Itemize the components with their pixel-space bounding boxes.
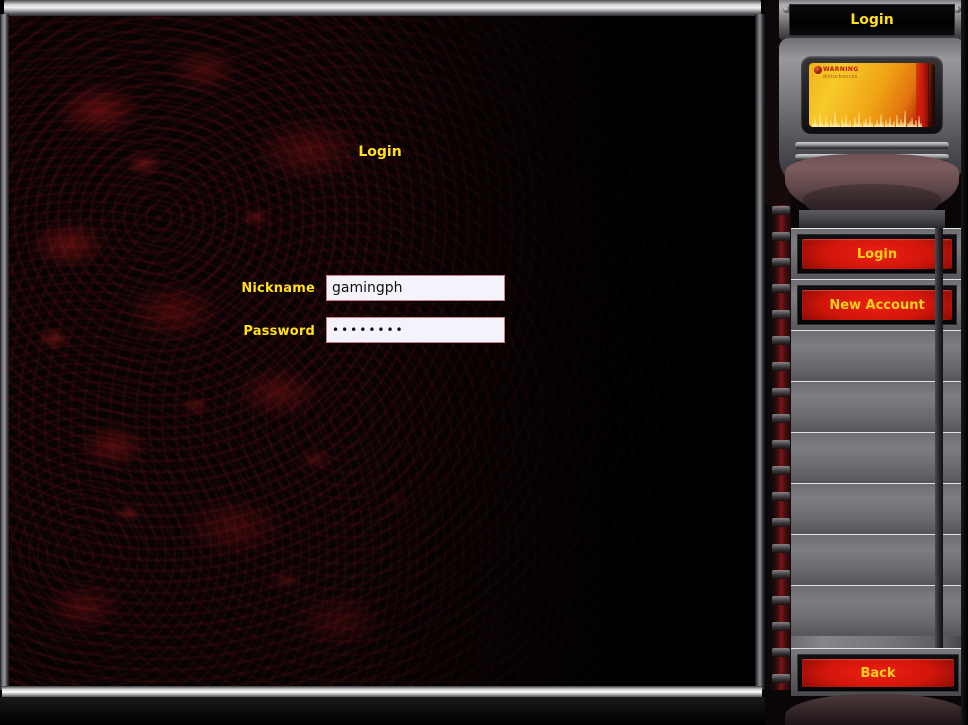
sidebar-base <box>785 694 968 725</box>
password-label: Password <box>243 324 315 339</box>
machinery-segment <box>772 258 790 267</box>
machinery-segment <box>772 518 790 527</box>
button-frame: New Account <box>797 285 957 325</box>
machinery-segment <box>772 388 790 397</box>
welding-mask-graphic: WARNING disturbances <box>779 38 965 232</box>
machinery-segment <box>772 622 790 631</box>
nickname-label: Nickname <box>241 281 315 296</box>
visor-warning-label: WARNING <box>823 66 859 73</box>
sidebar-title: Login <box>850 12 894 28</box>
textured-background <box>9 16 757 688</box>
visor-edge <box>928 63 935 127</box>
background-vignette <box>9 16 757 688</box>
mask-vent <box>795 142 949 149</box>
waveform-bar <box>919 123 922 127</box>
machinery-segment <box>772 310 790 319</box>
button-frame: Login <box>797 234 957 274</box>
panel-frame-right <box>755 14 765 690</box>
back-button[interactable]: Back <box>802 659 954 687</box>
password-input[interactable] <box>326 317 505 343</box>
machinery-segment <box>772 674 790 683</box>
machinery-segment <box>772 232 790 241</box>
back-button-frame: Back <box>797 654 959 692</box>
sidebar-header: Login <box>779 0 965 40</box>
rivet-icon <box>954 6 961 13</box>
sidebar-header-plaque: Login <box>789 4 955 36</box>
machinery-segment <box>772 648 790 657</box>
sidebar: Login WARNING disturbances Login New Acc… <box>765 0 968 725</box>
new-account-button[interactable]: New Account <box>802 290 952 320</box>
warning-indicator-icon <box>814 66 822 74</box>
visor-display: WARNING disturbances <box>809 63 935 127</box>
button-stack-edge <box>935 228 943 648</box>
page-title: Login <box>358 144 402 160</box>
panel-frame-top <box>4 0 761 16</box>
panel-base <box>0 697 765 725</box>
machinery-segment <box>772 596 790 605</box>
game-login-screen: Login Nickname Password Login <box>0 0 968 725</box>
back-button-slot[interactable]: Back <box>791 648 968 696</box>
machinery-segment <box>772 336 790 345</box>
visor-frame: WARNING disturbances <box>801 56 943 134</box>
machinery-segment <box>772 544 790 553</box>
sidebar-right-edge <box>961 0 968 725</box>
machinery-segment <box>772 284 790 293</box>
machinery-segment <box>772 362 790 371</box>
machinery-segment <box>772 414 790 423</box>
main-panel: Login Nickname Password <box>0 0 765 725</box>
machinery-segment <box>772 570 790 579</box>
panel-frame-left <box>0 14 9 690</box>
machinery-segment <box>772 466 790 475</box>
nickname-input[interactable] <box>326 275 505 301</box>
machinery-segment <box>772 492 790 501</box>
machinery-segment <box>772 440 790 449</box>
visor-warning-subtext: disturbances <box>823 74 858 80</box>
login-button[interactable]: Login <box>802 239 952 269</box>
